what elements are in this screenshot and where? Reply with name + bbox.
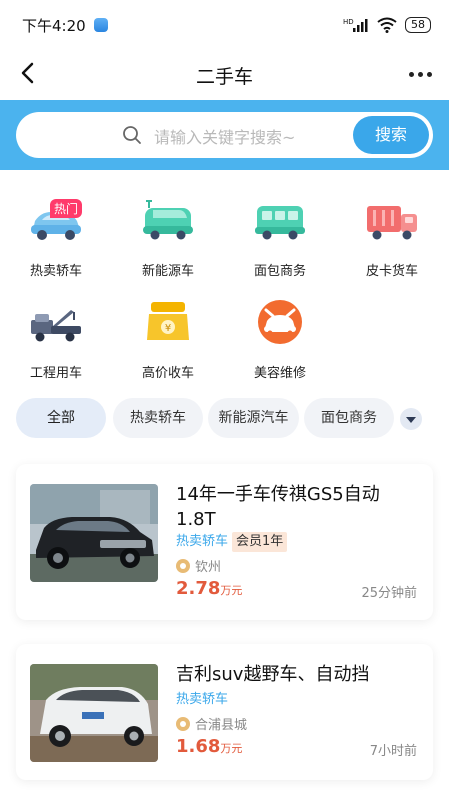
status-bar: 下午4:20 HD 58: [0, 0, 449, 50]
location-pin-icon: [176, 558, 190, 573]
category-label: 美容维修: [253, 366, 306, 381]
app-notification-icon: [93, 18, 108, 32]
member-badge: 会员1年: [232, 532, 288, 552]
battery-indicator: 58: [405, 17, 431, 33]
category-engineering[interactable]: 工程用车: [0, 290, 112, 381]
listing-title: 14年一手车传祺GS5自动1.8T: [176, 484, 380, 530]
category-tag: 热卖轿车: [176, 692, 229, 707]
category-truck[interactable]: 皮卡货车: [336, 188, 448, 279]
svg-text:¥: ¥: [165, 323, 171, 334]
search-button[interactable]: 搜索: [353, 116, 429, 154]
car-photo: [30, 484, 158, 582]
back-icon[interactable]: [14, 58, 44, 88]
price-unit: 万元: [220, 742, 243, 755]
location-pin-icon: [176, 716, 190, 731]
category-label: 工程用车: [29, 366, 82, 381]
location-text: 合浦县城: [195, 718, 248, 733]
ev-car-icon: [143, 200, 193, 240]
svg-text:HD: HD: [343, 18, 354, 26]
listing-time: 25分钟前: [361, 586, 417, 601]
more-icon[interactable]: [405, 62, 435, 86]
category-label: 皮卡货车: [365, 264, 418, 279]
filter-chip-van[interactable]: 面包商务: [304, 398, 394, 438]
category-label: 面包商务: [253, 264, 306, 279]
price-value: 2.78: [176, 578, 221, 599]
search-input[interactable]: 请输入关键字搜索~: [154, 124, 295, 148]
price-value: 1.68: [176, 736, 221, 757]
listing-price: 1.68万元: [176, 736, 242, 757]
status-time: 下午4:20: [22, 16, 86, 35]
filter-chip-sedan[interactable]: 热卖轿车: [113, 398, 203, 438]
category-buy-car[interactable]: ¥ 高价收车: [112, 290, 224, 381]
category-sedan[interactable]: 热门 热卖轿车: [0, 188, 112, 279]
category-tag: 热卖轿车: [176, 534, 229, 549]
price-unit: 万元: [220, 584, 243, 597]
nav-bar: 二手车: [0, 50, 449, 100]
search-box[interactable]: 请输入关键字搜索~ 搜索: [16, 112, 433, 158]
car-repair-icon: [258, 300, 302, 344]
wifi-icon: [377, 17, 397, 33]
listing-tags: 热卖轿车 会员1年: [176, 532, 288, 552]
chevron-down-icon[interactable]: [400, 408, 422, 430]
more-dot: [426, 71, 432, 77]
category-repair[interactable]: 美容维修: [224, 290, 336, 381]
search-icon: [123, 126, 141, 144]
filter-row: 全部 热卖轿车 新能源汽车 面包商务: [0, 398, 449, 438]
category-ev[interactable]: 新能源车: [112, 188, 224, 279]
category-grid: 热门 热卖轿车 新能源车 面包商务 皮卡货车 工程用车 ¥ 高价收车 美容维修: [0, 188, 449, 388]
listing-card[interactable]: 吉利suv越野车、自动挡 热卖轿车 合浦县城 1.68万元 7小时前: [16, 644, 433, 780]
van-icon: [255, 206, 305, 240]
listing-location: 钦州: [176, 556, 221, 575]
listing-price: 2.78万元: [176, 578, 242, 599]
signal-icon: HD: [343, 18, 368, 32]
filter-chip-ev[interactable]: 新能源汽车: [208, 398, 299, 438]
listing-title: 吉利suv越野车、自动挡: [176, 664, 370, 685]
more-dot: [417, 71, 423, 77]
category-label: 高价收车: [141, 366, 194, 381]
listing-time: 7小时前: [369, 744, 417, 759]
search-band: 请输入关键字搜索~ 搜索: [0, 100, 449, 170]
filter-chip-all[interactable]: 全部: [16, 398, 106, 438]
location-text: 钦州: [195, 560, 222, 575]
truck-icon: [367, 206, 417, 240]
hot-badge: 热门: [50, 199, 83, 218]
more-dot: [408, 71, 414, 77]
category-label: 新能源车: [141, 264, 194, 279]
page-title: 二手车: [195, 65, 253, 88]
status-left: 下午4:20: [22, 15, 108, 36]
money-bag-icon: ¥: [147, 302, 189, 340]
car-photo: [30, 664, 158, 762]
listing-location: 合浦县城: [176, 714, 247, 733]
tow-truck-icon: [31, 310, 81, 342]
status-right: HD 58: [343, 17, 431, 33]
category-label: 热卖轿车: [29, 264, 82, 279]
category-van[interactable]: 面包商务: [224, 188, 336, 279]
listing-card[interactable]: 14年一手车传祺GS5自动1.8T 热卖轿车 会员1年 钦州 2.78万元 25…: [16, 464, 433, 620]
listing-tags: 热卖轿车: [176, 690, 228, 710]
